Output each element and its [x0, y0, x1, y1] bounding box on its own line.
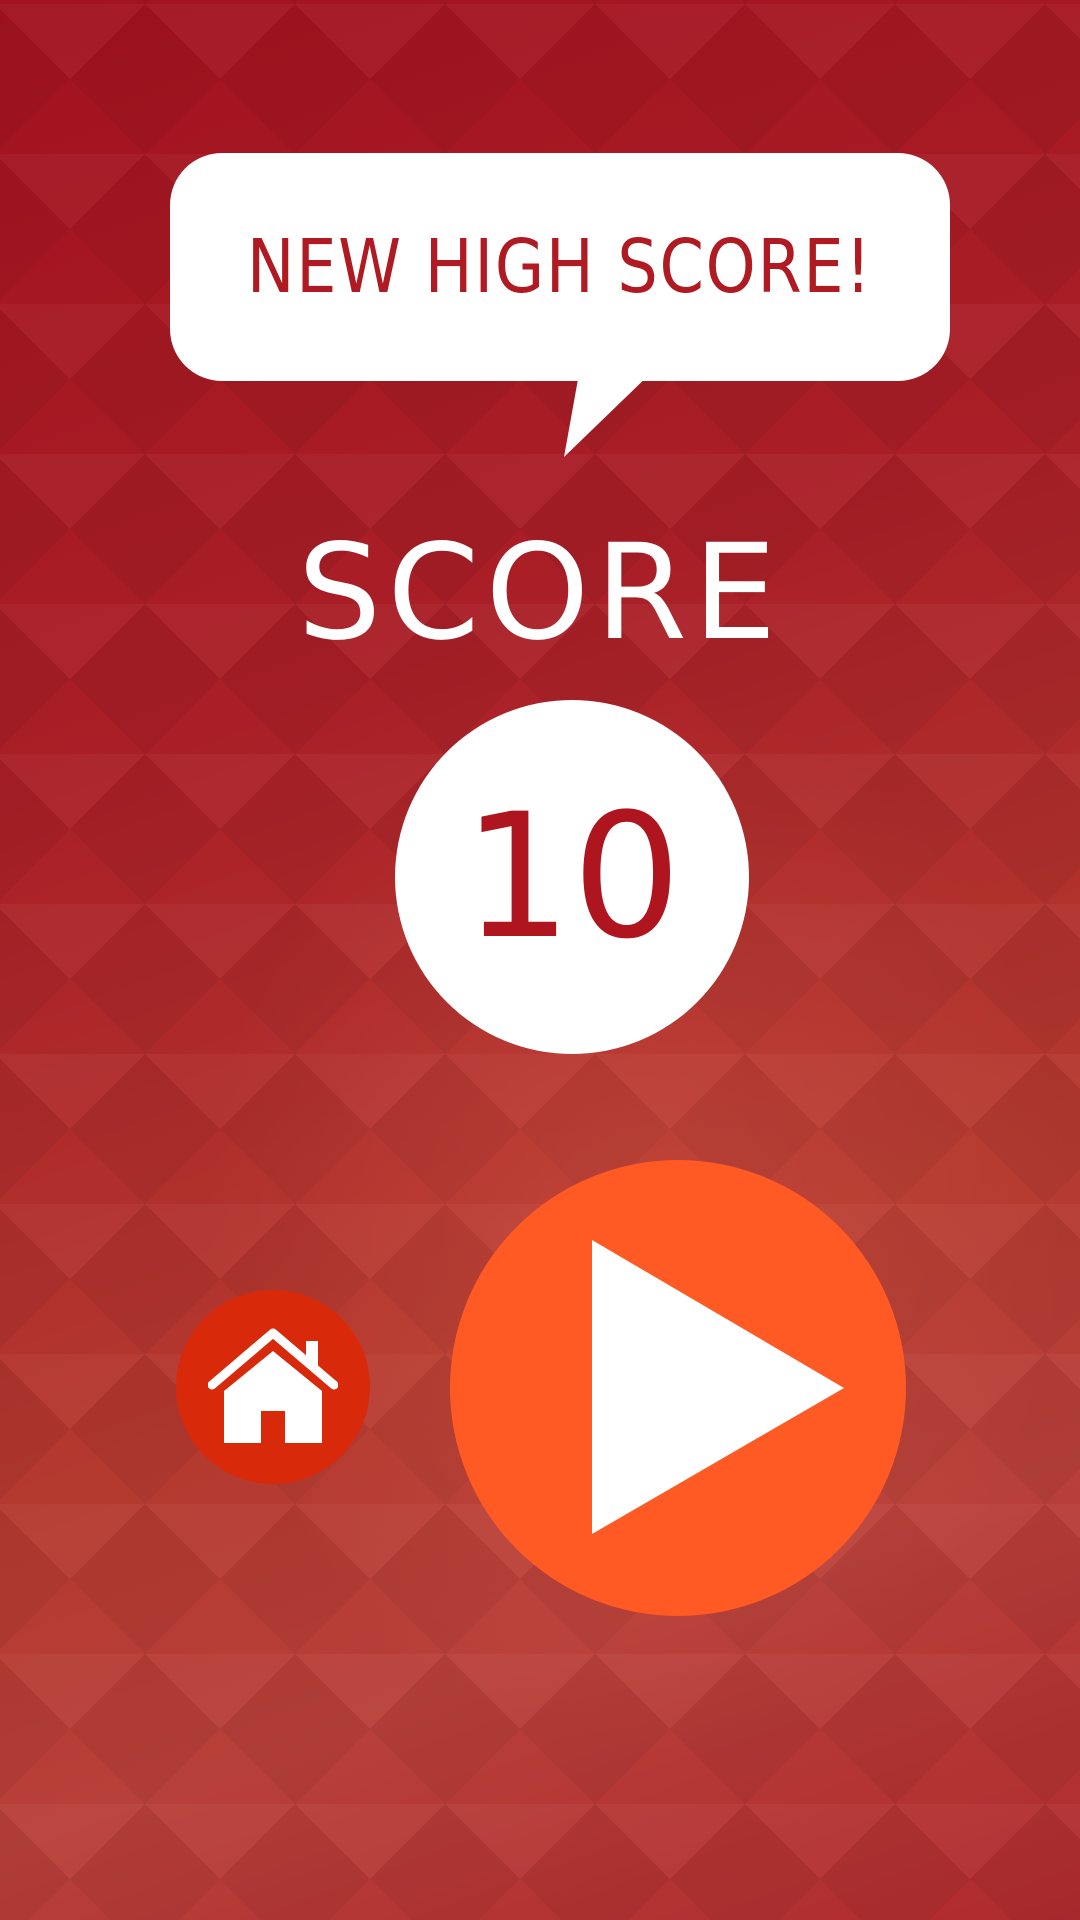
score-value: 10	[462, 776, 682, 977]
high-score-bubble: NEW HIGH SCORE!	[170, 153, 950, 381]
speech-bubble-tail	[564, 368, 656, 457]
home-button[interactable]	[176, 1290, 370, 1484]
play-icon	[592, 1240, 844, 1534]
high-score-banner-text: NEW HIGH SCORE!	[247, 224, 873, 310]
home-icon	[208, 1328, 338, 1443]
score-circle: 10	[395, 700, 749, 1054]
score-label: SCORE	[297, 516, 783, 670]
game-over-screen: NEW HIGH SCORE! SCORE 10	[0, 0, 1080, 1920]
play-button[interactable]	[450, 1160, 906, 1616]
